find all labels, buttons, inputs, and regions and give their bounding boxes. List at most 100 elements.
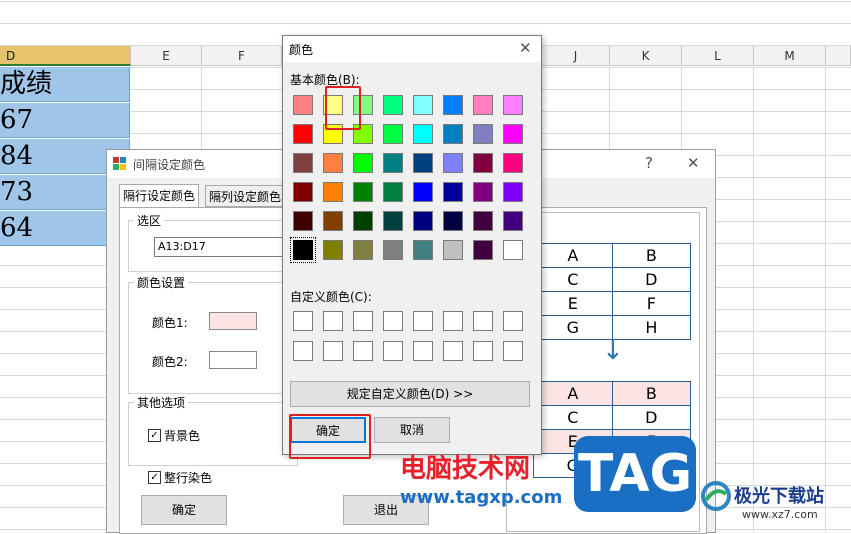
basic-color-swatch[interactable] bbox=[413, 182, 433, 202]
basic-color-swatch[interactable] bbox=[383, 211, 403, 231]
column-header-l[interactable]: L bbox=[682, 46, 754, 66]
tab-column-color[interactable]: 隔列设定颜色 bbox=[205, 185, 286, 207]
table-row: CD bbox=[533, 405, 692, 430]
basic-color-swatch[interactable] bbox=[323, 182, 343, 202]
basic-color-swatch[interactable] bbox=[353, 211, 373, 231]
basic-color-swatch[interactable] bbox=[413, 240, 433, 260]
basic-color-swatch[interactable] bbox=[503, 153, 523, 173]
basic-color-swatch[interactable] bbox=[473, 182, 493, 202]
basic-color-swatch[interactable] bbox=[473, 124, 493, 144]
basic-color-swatch[interactable] bbox=[473, 153, 493, 173]
basic-color-swatch[interactable] bbox=[503, 211, 523, 231]
basic-color-swatch[interactable] bbox=[293, 153, 313, 173]
watermark-site-name: 电脑技术网 bbox=[400, 454, 531, 484]
basic-color-swatch[interactable] bbox=[413, 211, 433, 231]
color-dialog-titlebar[interactable]: 颜色 ✕ bbox=[283, 36, 541, 62]
custom-color-swatch[interactable] bbox=[443, 341, 463, 361]
app-icon bbox=[113, 157, 126, 170]
basic-color-swatch[interactable] bbox=[383, 124, 403, 144]
basic-color-swatch[interactable] bbox=[323, 153, 343, 173]
basic-color-swatch[interactable] bbox=[290, 237, 316, 263]
color2-label: 颜色2: bbox=[152, 355, 188, 369]
arrow-down-icon: ↓ bbox=[602, 336, 624, 366]
basic-color-swatch[interactable] bbox=[293, 124, 313, 144]
custom-color-swatch[interactable] bbox=[503, 311, 523, 331]
basic-color-swatch[interactable] bbox=[353, 153, 373, 173]
basic-color-swatch[interactable] bbox=[383, 153, 403, 173]
basic-color-swatch[interactable] bbox=[503, 95, 523, 115]
custom-color-swatch[interactable] bbox=[383, 311, 403, 331]
basic-color-swatch[interactable] bbox=[383, 95, 403, 115]
basic-color-swatch[interactable] bbox=[473, 211, 493, 231]
dialog-title: 间隔设定颜色 bbox=[133, 158, 206, 172]
ok-button[interactable]: 确定 bbox=[141, 495, 227, 525]
basic-color-swatch[interactable] bbox=[383, 240, 403, 260]
custom-color-swatch[interactable] bbox=[413, 341, 433, 361]
basic-color-swatch[interactable] bbox=[503, 182, 523, 202]
basic-color-swatch[interactable] bbox=[443, 211, 463, 231]
close-icon[interactable]: ✕ bbox=[687, 154, 700, 172]
custom-color-swatch[interactable] bbox=[503, 341, 523, 361]
basic-color-swatch[interactable] bbox=[293, 211, 313, 231]
basic-color-swatch[interactable] bbox=[323, 211, 343, 231]
aurora-logo-icon bbox=[701, 481, 731, 511]
basic-color-swatch[interactable] bbox=[413, 95, 433, 115]
basic-color-swatch[interactable] bbox=[413, 153, 433, 173]
basic-color-swatch[interactable] bbox=[353, 182, 373, 202]
column-header-e[interactable]: E bbox=[131, 46, 202, 66]
whole-row-checkbox[interactable]: ✓ bbox=[148, 471, 161, 484]
custom-color-swatch[interactable] bbox=[353, 311, 373, 331]
custom-color-swatch[interactable] bbox=[353, 341, 373, 361]
custom-color-swatch[interactable] bbox=[323, 341, 343, 361]
custom-color-swatch[interactable] bbox=[323, 311, 343, 331]
column-header-f[interactable]: F bbox=[202, 46, 282, 66]
basic-color-swatch[interactable] bbox=[443, 182, 463, 202]
custom-color-swatch[interactable] bbox=[293, 311, 313, 331]
selection-group-label: 选区 bbox=[134, 212, 165, 229]
cell-score-header[interactable]: 成绩 bbox=[0, 67, 130, 102]
basic-color-swatch[interactable] bbox=[473, 240, 493, 260]
basic-color-swatch[interactable] bbox=[323, 240, 343, 260]
column-header-k[interactable]: K bbox=[610, 46, 682, 66]
color2-swatch[interactable] bbox=[209, 351, 257, 369]
highlight-ok-button bbox=[289, 414, 371, 459]
preview-table-before: AB CD EF GH bbox=[533, 243, 692, 340]
color-cancel-button[interactable]: 取消 bbox=[374, 417, 450, 443]
custom-color-swatch[interactable] bbox=[443, 311, 463, 331]
basic-color-swatch[interactable] bbox=[293, 182, 313, 202]
basic-color-swatch[interactable] bbox=[443, 95, 463, 115]
custom-color-swatch[interactable] bbox=[413, 311, 433, 331]
basic-color-swatch[interactable] bbox=[473, 95, 493, 115]
tab-row-color[interactable]: 隔行设定颜色 bbox=[119, 184, 200, 208]
basic-color-swatch[interactable] bbox=[443, 153, 463, 173]
range-input[interactable]: A13:D17 bbox=[154, 237, 284, 257]
table-row: AB bbox=[533, 243, 692, 268]
color-picker-dialog: 颜色 ✕ 基本颜色(B): 自定义颜色(C): 规定自定义颜色(D) >> 确定… bbox=[282, 35, 542, 455]
basic-color-swatch[interactable] bbox=[383, 182, 403, 202]
custom-color-swatch[interactable] bbox=[383, 341, 403, 361]
color-settings-group bbox=[128, 282, 298, 394]
background-checkbox[interactable]: ✓ bbox=[148, 429, 161, 442]
basic-color-swatch[interactable] bbox=[293, 95, 313, 115]
column-header-m[interactable]: M bbox=[754, 46, 826, 66]
color1-swatch[interactable] bbox=[209, 312, 257, 330]
basic-color-swatch[interactable] bbox=[443, 240, 463, 260]
column-header-d[interactable]: D bbox=[0, 46, 131, 66]
basic-color-swatch[interactable] bbox=[443, 124, 463, 144]
cell-score[interactable]: 67 bbox=[0, 103, 130, 138]
close-icon[interactable]: ✕ bbox=[519, 39, 532, 57]
color-settings-label: 颜色设置 bbox=[134, 274, 189, 291]
help-button[interactable]: ? bbox=[645, 154, 653, 172]
column-header-j[interactable]: J bbox=[542, 46, 610, 66]
define-custom-colors-button[interactable]: 规定自定义颜色(D) >> bbox=[290, 381, 530, 407]
table-row: CD bbox=[533, 267, 692, 292]
basic-color-swatch[interactable] bbox=[503, 124, 523, 144]
custom-color-swatch[interactable] bbox=[473, 341, 493, 361]
column-header-n[interactable] bbox=[826, 46, 851, 66]
custom-color-swatch[interactable] bbox=[473, 311, 493, 331]
custom-color-swatch[interactable] bbox=[293, 341, 313, 361]
basic-color-swatch[interactable] bbox=[503, 240, 523, 260]
basic-color-swatch[interactable] bbox=[353, 240, 373, 260]
basic-color-swatch[interactable] bbox=[413, 124, 433, 144]
highlight-yellow-swatch bbox=[325, 86, 361, 130]
